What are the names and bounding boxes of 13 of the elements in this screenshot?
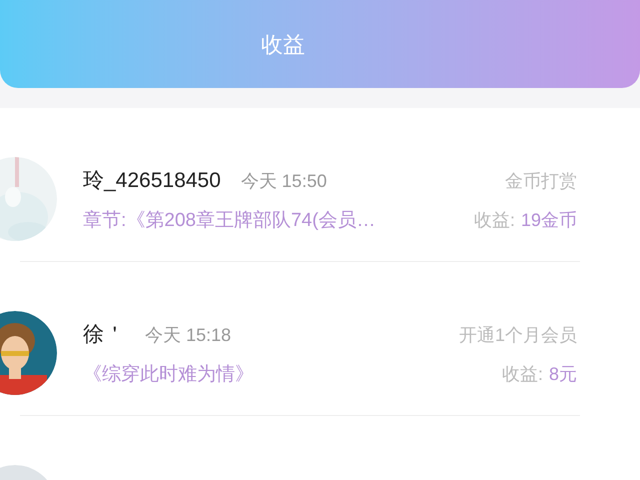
earning-label: 收益: <box>474 208 515 232</box>
record-time: 今天 15:50 <box>240 170 327 193</box>
record-time: 今天 15:18 <box>145 324 232 347</box>
user-name: 玲_426518450 <box>83 168 221 194</box>
page-title: 收益 <box>261 30 305 58</box>
earning-value: 19金币 <box>520 208 577 232</box>
record-type: 开通1个月会员 <box>458 324 577 347</box>
user-name: 徐＇ <box>83 322 125 348</box>
content-title: 《综穿此时难为情》 <box>83 362 254 386</box>
earning-value: 8元 <box>548 362 577 386</box>
earning-label: 收益: <box>502 362 543 386</box>
record-type: 金币打赏 <box>505 170 577 193</box>
content-title: 章节:《第208章王牌部队74(会员… <box>83 208 376 232</box>
